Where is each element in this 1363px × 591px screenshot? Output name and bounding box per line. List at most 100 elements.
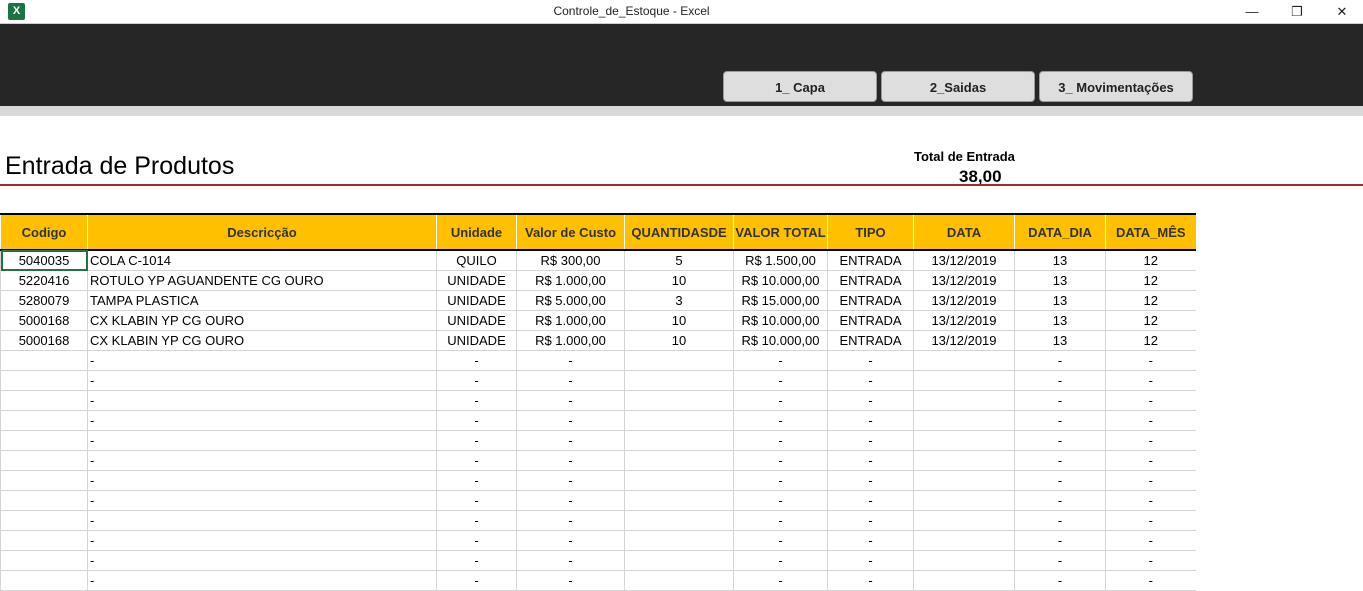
table-cell[interactable]: -	[827, 530, 914, 551]
table-cell[interactable]: 12	[1105, 330, 1196, 351]
table-cell[interactable]: TAMPA PLASTICA	[87, 290, 437, 311]
column-header[interactable]: QUANTIDASDE	[624, 213, 734, 251]
table-cell[interactable]: -	[87, 390, 437, 411]
table-cell[interactable]	[0, 390, 88, 411]
table-cell[interactable]	[624, 410, 734, 431]
table-cell[interactable]: -	[827, 430, 914, 451]
table-cell[interactable]	[0, 350, 88, 371]
minimize-button[interactable]: —	[1229, 0, 1275, 23]
table-cell[interactable]: 12	[1105, 290, 1196, 311]
table-cell[interactable]: -	[1105, 510, 1196, 531]
table-cell[interactable]	[0, 470, 88, 491]
table-cell[interactable]	[913, 510, 1015, 531]
table-cell[interactable]	[624, 450, 734, 471]
saidas-button[interactable]: 2_Saidas	[881, 71, 1035, 102]
table-cell[interactable]: -	[87, 450, 437, 471]
table-cell[interactable]: R$ 10.000,00	[733, 270, 828, 291]
table-cell[interactable]: -	[87, 410, 437, 431]
table-cell[interactable]: -	[733, 470, 828, 491]
table-cell[interactable]: -	[87, 490, 437, 511]
table-cell[interactable]	[624, 510, 734, 531]
close-button[interactable]: ✕	[1319, 0, 1363, 23]
movimentacoes-button[interactable]: 3_ Movimentações	[1039, 71, 1193, 102]
table-cell[interactable]: ROTULO YP AGUANDENTE CG OURO	[87, 270, 437, 291]
table-cell[interactable]: -	[436, 470, 517, 491]
table-cell[interactable]: 13/12/2019	[913, 270, 1015, 291]
table-cell[interactable]	[624, 550, 734, 571]
table-cell[interactable]: 12	[1105, 270, 1196, 291]
table-cell[interactable]: -	[87, 430, 437, 451]
table-cell[interactable]: -	[1014, 510, 1106, 531]
table-cell[interactable]: -	[827, 470, 914, 491]
table-cell[interactable]: -	[516, 510, 625, 531]
table-cell[interactable]: -	[827, 550, 914, 571]
table-cell[interactable]: -	[827, 490, 914, 511]
table-cell[interactable]	[0, 570, 88, 591]
table-cell[interactable]: -	[436, 350, 517, 371]
table-cell[interactable]: -	[1014, 550, 1106, 571]
column-header[interactable]: VALOR TOTAL	[733, 213, 828, 251]
table-cell[interactable]: 10	[624, 270, 734, 291]
table-cell[interactable]: -	[436, 570, 517, 591]
table-cell[interactable]: -	[1105, 570, 1196, 591]
table-cell[interactable]: -	[1014, 410, 1106, 431]
table-cell[interactable]: -	[1014, 450, 1106, 471]
table-cell[interactable]: -	[516, 350, 625, 371]
table-cell[interactable]: -	[516, 370, 625, 391]
table-cell[interactable]: -	[1105, 450, 1196, 471]
table-cell[interactable]: R$ 1.500,00	[733, 250, 828, 271]
table-cell[interactable]: UNIDADE	[436, 270, 517, 291]
table-cell[interactable]: -	[87, 550, 437, 571]
table-cell[interactable]: 13/12/2019	[913, 310, 1015, 331]
table-cell[interactable]: R$ 15.000,00	[733, 290, 828, 311]
table-cell[interactable]: -	[1105, 350, 1196, 371]
table-cell[interactable]: 5040035	[0, 250, 88, 271]
table-cell[interactable]	[913, 410, 1015, 431]
table-cell[interactable]: -	[87, 510, 437, 531]
table-cell[interactable]	[0, 370, 88, 391]
table-cell[interactable]: 10	[624, 330, 734, 351]
table-cell[interactable]: -	[827, 450, 914, 471]
column-header[interactable]: DATA_DIA	[1014, 213, 1106, 251]
table-cell[interactable]: -	[436, 410, 517, 431]
table-cell[interactable]: -	[827, 370, 914, 391]
column-header[interactable]: Codigo	[0, 213, 88, 251]
column-header[interactable]: Valor de Custo	[516, 213, 625, 251]
table-cell[interactable]: -	[733, 510, 828, 531]
table-cell[interactable]: 5220416	[0, 270, 88, 291]
table-cell[interactable]	[0, 410, 88, 431]
table-cell[interactable]: -	[827, 570, 914, 591]
table-cell[interactable]: 5280079	[0, 290, 88, 311]
table-cell[interactable]: -	[1014, 490, 1106, 511]
table-cell[interactable]	[913, 370, 1015, 391]
table-cell[interactable]: -	[733, 450, 828, 471]
table-cell[interactable]: -	[516, 530, 625, 551]
table-cell[interactable]: -	[733, 390, 828, 411]
table-cell[interactable]	[913, 430, 1015, 451]
table-cell[interactable]: -	[1014, 570, 1106, 591]
table-cell[interactable]	[913, 570, 1015, 591]
table-cell[interactable]: UNIDADE	[436, 310, 517, 331]
table-cell[interactable]: -	[733, 490, 828, 511]
table-cell[interactable]	[913, 450, 1015, 471]
table-cell[interactable]	[913, 470, 1015, 491]
table-cell[interactable]	[0, 550, 88, 571]
table-cell[interactable]: -	[1105, 550, 1196, 571]
table-cell[interactable]	[624, 490, 734, 511]
table-cell[interactable]: -	[1105, 410, 1196, 431]
table-cell[interactable]: CX KLABIN YP CG OURO	[87, 330, 437, 351]
table-cell[interactable]: 13	[1014, 310, 1106, 331]
table-cell[interactable]: 13	[1014, 330, 1106, 351]
table-cell[interactable]: -	[733, 370, 828, 391]
table-cell[interactable]	[0, 490, 88, 511]
table-cell[interactable]: 13	[1014, 290, 1106, 311]
table-cell[interactable]: -	[827, 510, 914, 531]
table-cell[interactable]: R$ 10.000,00	[733, 310, 828, 331]
table-cell[interactable]: 10	[624, 310, 734, 331]
table-cell[interactable]: -	[87, 350, 437, 371]
table-cell[interactable]: ENTRADA	[827, 290, 914, 311]
table-cell[interactable]	[624, 570, 734, 591]
table-cell[interactable]: 13/12/2019	[913, 290, 1015, 311]
table-cell[interactable]: -	[516, 490, 625, 511]
table-cell[interactable]	[913, 390, 1015, 411]
